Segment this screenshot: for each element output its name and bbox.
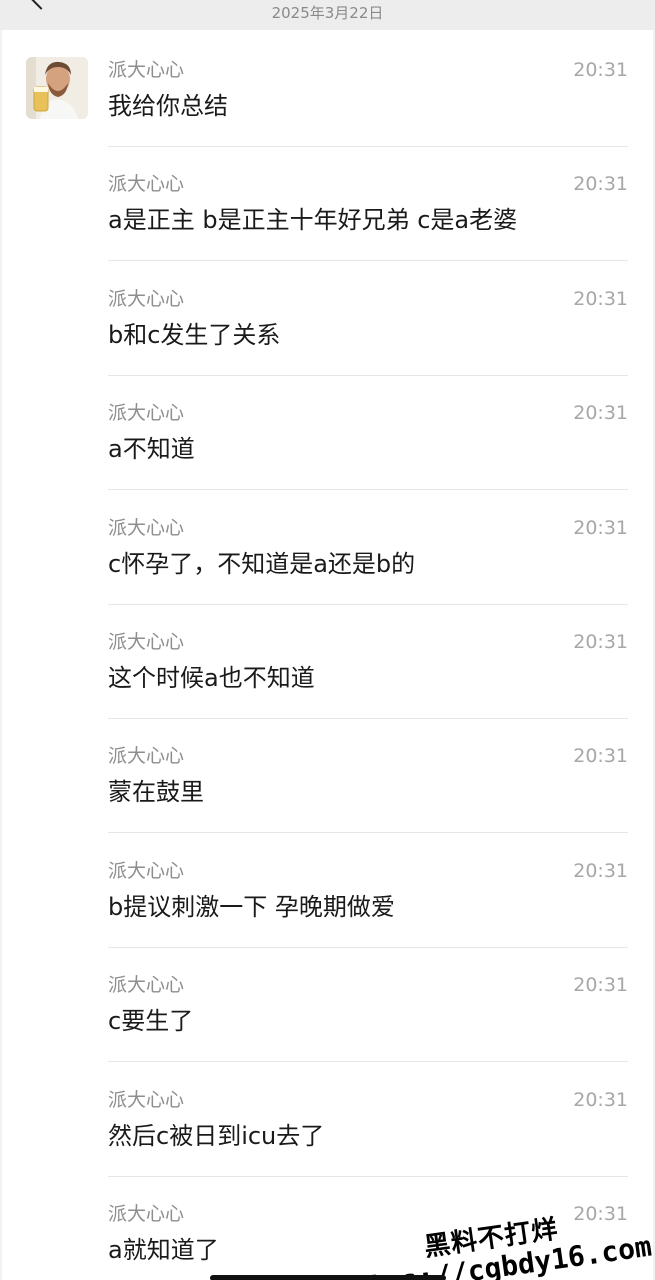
message-text: a不知道 <box>108 435 195 463</box>
avatar-photo-icon <box>26 57 88 119</box>
message-divider <box>108 146 628 147</box>
chat-message[interactable]: 派大心心 20:31 c要生了 <box>108 967 628 1081</box>
message-text: a是正主 b是正主十年好兄弟 c是a老婆 <box>108 206 518 234</box>
message-time: 20:31 <box>573 59 628 81</box>
message-text: 蒙在鼓里 <box>108 778 204 806</box>
chat-message[interactable]: 派大心心 20:31 b提议刺激一下 孕晚期做爱 <box>108 853 628 967</box>
message-sender: 派大心心 <box>108 402 185 424</box>
message-sender: 派大心心 <box>108 517 185 539</box>
message-text: c怀孕了，不知道是a还是b的 <box>108 550 416 578</box>
chat-message[interactable]: 派大心心 20:31 蒙在鼓里 <box>108 738 628 852</box>
message-divider <box>108 375 628 376</box>
message-sender: 派大心心 <box>108 631 185 653</box>
home-indicator <box>210 1275 446 1280</box>
message-text: 然后c被日到icu去了 <box>108 1122 325 1150</box>
message-text: c要生了 <box>108 1007 194 1035</box>
message-sender: 派大心心 <box>108 745 185 767</box>
chat-message[interactable]: 派大心心 20:31 a是正主 b是正主十年好兄弟 c是a老婆 <box>108 166 628 280</box>
message-divider <box>108 260 628 261</box>
message-divider <box>108 1061 628 1062</box>
message-time: 20:31 <box>573 288 628 310</box>
message-divider <box>108 489 628 490</box>
message-divider <box>108 947 628 948</box>
message-divider <box>108 1176 628 1177</box>
top-bar: 2025年3月22日 <box>0 0 655 30</box>
chat-message[interactable]: 派大心心 20:31 然后c被日到icu去了 <box>108 1082 628 1196</box>
message-time: 20:31 <box>573 860 628 882</box>
message-sender: 派大心心 <box>108 974 185 996</box>
message-divider <box>108 604 628 605</box>
message-time: 20:31 <box>573 631 628 653</box>
avatar[interactable] <box>26 57 88 119</box>
message-time: 20:31 <box>573 517 628 539</box>
message-text: b和c发生了关系 <box>108 321 281 349</box>
chat-message[interactable]: 派大心心 20:31 我给你总结 <box>108 52 628 166</box>
message-sender: 派大心心 <box>108 860 185 882</box>
message-sender: 派大心心 <box>108 59 185 81</box>
message-text: 这个时候a也不知道 <box>108 664 315 692</box>
chat-message[interactable]: 派大心心 20:31 b和c发生了关系 <box>108 281 628 395</box>
message-text: 我给你总结 <box>108 92 228 120</box>
chat-message[interactable]: 派大心心 20:31 c怀孕了，不知道是a还是b的 <box>108 510 628 624</box>
date-header: 2025年3月22日 <box>271 4 384 22</box>
message-time: 20:31 <box>573 173 628 195</box>
message-text: a就知道了 <box>108 1236 219 1264</box>
chat-history-screen: 2025年3月22日 派大心心 20:31 我给你总结 派大心心 20:31 a是正主 b… <box>0 0 655 1280</box>
chat-message[interactable]: 派大心心 20:31 这个时候a也不知道 <box>108 624 628 738</box>
message-time: 20:31 <box>573 974 628 996</box>
message-time: 20:31 <box>573 745 628 767</box>
message-sender: 派大心心 <box>108 288 185 310</box>
message-sender: 派大心心 <box>108 1089 185 1111</box>
message-divider <box>108 718 628 719</box>
message-sender: 派大心心 <box>108 173 185 195</box>
message-divider <box>108 832 628 833</box>
message-time: 20:31 <box>573 1089 628 1111</box>
message-text: b提议刺激一下 孕晚期做爱 <box>108 893 395 921</box>
chat-message[interactable]: 派大心心 20:31 a不知道 <box>108 395 628 509</box>
message-time: 20:31 <box>573 402 628 424</box>
message-sender: 派大心心 <box>108 1203 185 1225</box>
